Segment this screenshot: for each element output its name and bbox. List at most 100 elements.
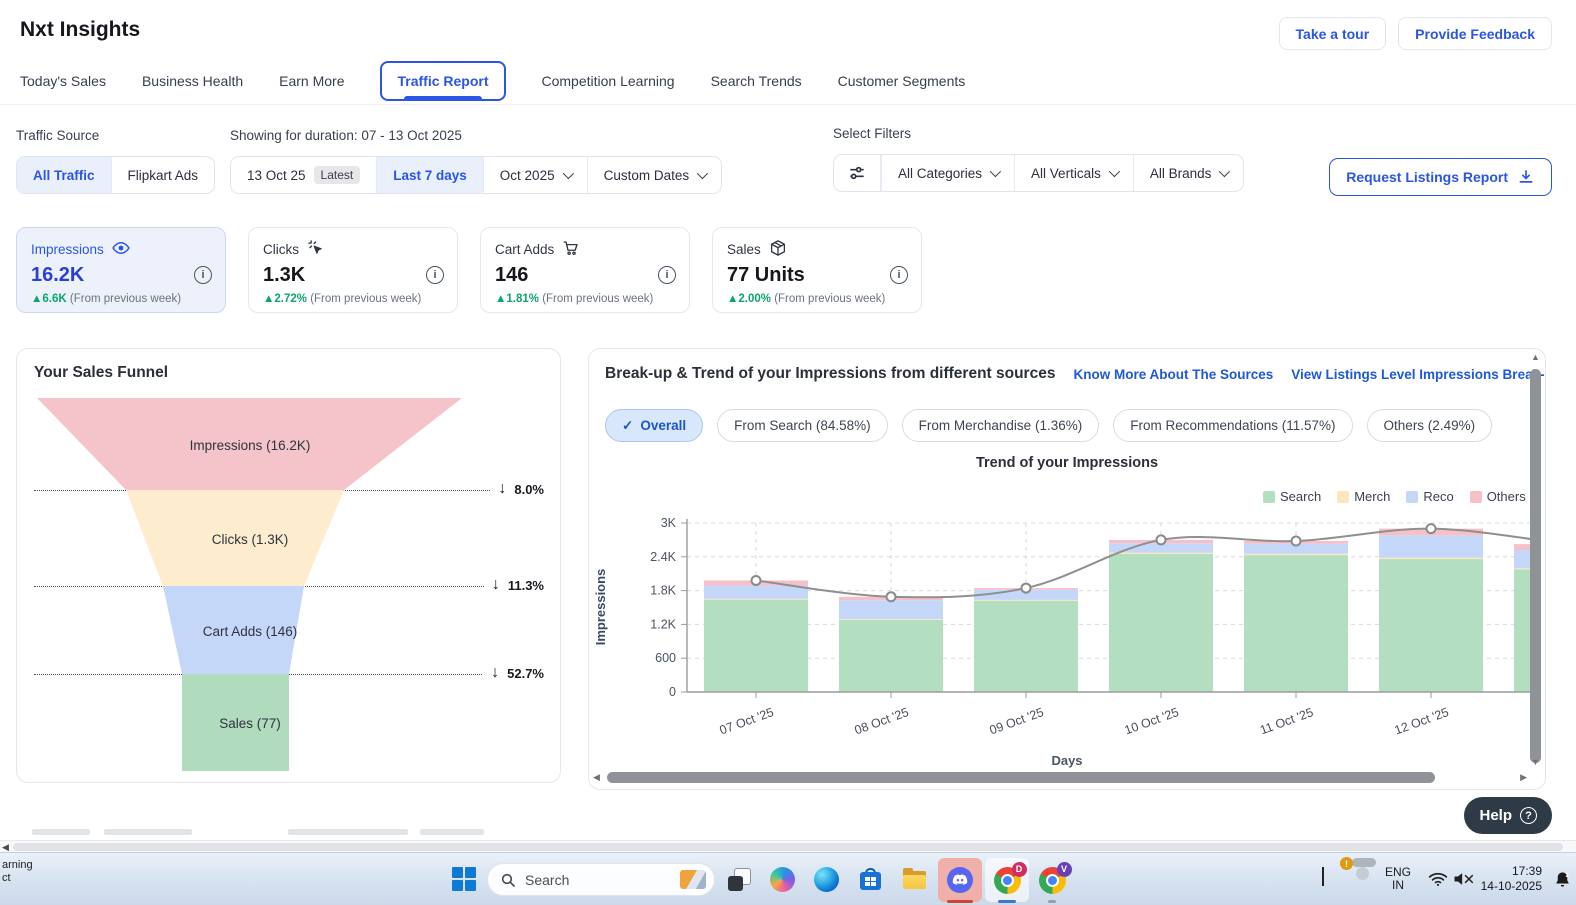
language-indicator[interactable]: ENGIN — [1385, 866, 1411, 892]
metric-delta: ▲2.72% (From previous week) — [263, 293, 443, 305]
legend-item-search[interactable]: Search — [1263, 489, 1321, 504]
bar-segment-merch — [1244, 554, 1348, 555]
filter-dropdown-all-categories[interactable]: All Categories — [881, 155, 1014, 191]
chart-legend: Search Merch Reco Others — [1263, 489, 1526, 504]
vertical-scroll-thumb[interactable] — [1530, 369, 1541, 763]
filter-dropdown-all-brands[interactable]: All Brands — [1133, 155, 1244, 191]
traffic-source-option-all-traffic[interactable]: All Traffic — [17, 157, 111, 193]
info-icon[interactable]: i — [890, 266, 908, 284]
sales-funnel-chart: Impressions (16.2K)Clicks (1.3K)Cart Add… — [17, 398, 562, 776]
metric-card-sales[interactable]: Sales77 Units▲2.00% (From previous week)… — [712, 227, 922, 313]
metric-label-text: Cart Adds — [495, 242, 554, 257]
sales-funnel-panel: Your Sales Funnel Impressions (16.2K)Cli… — [16, 348, 561, 783]
metric-label: Cart Adds — [495, 239, 675, 260]
metric-delta-value: ▲6.6K — [31, 293, 67, 305]
nav-tab-search-trends[interactable]: Search Trends — [711, 73, 802, 89]
clipped-section-text — [104, 829, 192, 835]
horizontal-scroll-thumb[interactable] — [607, 772, 1435, 783]
duration-option-oct-2025[interactable]: Oct 2025 — [483, 157, 587, 193]
legend-swatch — [1470, 491, 1482, 503]
chrome-profile-v-icon[interactable]: V — [1030, 858, 1074, 902]
bar-segment-reco — [1379, 535, 1483, 557]
filters-dropdown-group: All Categories All Verticals All Brands — [833, 154, 1244, 192]
help-button[interactable]: Help ? — [1464, 797, 1552, 834]
taskbar-search-box[interactable]: Search — [487, 863, 715, 896]
file-explorer-icon[interactable] — [902, 867, 927, 892]
scroll-down-arrow[interactable]: ▼ — [1531, 758, 1540, 767]
legend-label: Merch — [1354, 489, 1390, 504]
scroll-left-arrow[interactable]: ◀ — [593, 773, 600, 782]
taskbar-date: 14-10-2025 — [1481, 879, 1542, 894]
duration-option-custom-dates[interactable]: Custom Dates — [587, 157, 722, 193]
filter-sliders-icon[interactable] — [834, 155, 881, 191]
check-icon: ✓ — [622, 418, 633, 434]
metric-card-cart-adds[interactable]: Cart Adds146▲1.81% (From previous week)i — [480, 227, 690, 313]
scroll-right-arrow[interactable]: ▶ — [1520, 773, 1527, 782]
source-pill-others-2-49[interactable]: Others (2.49%) — [1367, 409, 1493, 442]
nav-tab-earn-more[interactable]: Earn More — [279, 73, 344, 89]
edge-browser-icon[interactable] — [814, 867, 839, 892]
discord-icon[interactable] — [938, 858, 982, 902]
legend-item-reco[interactable]: Reco — [1406, 489, 1453, 504]
legend-item-merch[interactable]: Merch — [1337, 489, 1390, 504]
page-scroll-thumb[interactable] — [13, 843, 1563, 851]
nav-tab-traffic-report[interactable]: Traffic Report — [380, 61, 505, 101]
line-marker — [1022, 584, 1031, 593]
take-a-tour-button[interactable]: Take a tour — [1279, 17, 1387, 50]
header-buttons: Take a tour Provide Feedback — [1279, 17, 1552, 50]
source-pill-from-recommendations-11-57[interactable]: From Recommendations (11.57%) — [1113, 409, 1352, 442]
volume-muted-icon[interactable] — [1452, 871, 1474, 892]
task-view-icon[interactable] — [727, 867, 752, 892]
microsoft-store-icon[interactable] — [858, 867, 883, 892]
metric-card-clicks[interactable]: Clicks1.3K▲2.72% (From previous week)i — [248, 227, 458, 313]
legend-label: Others — [1487, 489, 1526, 504]
nav-tab-customer-segments[interactable]: Customer Segments — [838, 73, 966, 89]
chart-vertical-scrollbar[interactable]: ▲ ▼ — [1529, 353, 1542, 767]
source-pill-overall[interactable]: ✓Overall — [605, 409, 703, 442]
duration-section: Showing for duration: 07 - 13 Oct 2025 1… — [230, 128, 722, 194]
nav-tab-competition-learning[interactable]: Competition Learning — [542, 73, 675, 89]
windows-start-button[interactable] — [452, 867, 476, 891]
notifications-bell-icon[interactable]: z — [1553, 870, 1572, 894]
cursor-click-icon — [307, 239, 325, 260]
know-more-link[interactable]: Know More About The Sources — [1073, 367, 1273, 382]
bar-segment-reco — [704, 586, 808, 599]
page-scroll-left-arrow[interactable]: ◀ — [2, 843, 9, 852]
info-icon[interactable]: i — [194, 266, 212, 284]
duration-option-last-7-days[interactable]: Last 7 days — [376, 157, 483, 193]
line-marker — [752, 576, 761, 585]
nav-tab-today-s-sales[interactable]: Today's Sales — [20, 73, 106, 89]
traffic-source-option-flipkart-ads[interactable]: Flipkart Ads — [111, 157, 215, 193]
filter-dropdown-label: All Verticals — [1031, 166, 1101, 181]
filter-dropdown-all-verticals[interactable]: All Verticals — [1014, 155, 1133, 191]
legend-item-others[interactable]: Others — [1470, 489, 1526, 504]
page-horizontal-scrollbar[interactable]: ◀ — [0, 840, 1576, 852]
copilot-icon[interactable] — [770, 867, 795, 892]
legend-swatch — [1263, 491, 1275, 503]
nav-tab-business-health[interactable]: Business Health — [142, 73, 243, 89]
impressions-breakup-panel: Break-up & Trend of your Impressions fro… — [588, 348, 1546, 790]
filter-dropdown-label: All Categories — [898, 166, 982, 181]
chrome-profile-d-icon[interactable]: D — [985, 858, 1029, 902]
wifi-icon[interactable] — [1428, 871, 1448, 892]
metric-cards-row: Impressions16.2K▲6.6K (From previous wee… — [16, 227, 922, 313]
chart-horizontal-scrollbar[interactable]: ◀ ▶ — [593, 770, 1527, 784]
bar-segment-merch — [839, 619, 943, 620]
source-pill-from-merchandise-1-36[interactable]: From Merchandise (1.36%) — [902, 409, 1100, 442]
traffic-source-section: Traffic Source All TrafficFlipkart Ads — [16, 128, 215, 194]
duration-option-13-oct-25[interactable]: 13 Oct 25Latest — [231, 157, 376, 193]
info-icon[interactable]: i — [658, 266, 676, 284]
chevron-down-icon — [990, 166, 1001, 177]
bar-segment-search — [704, 600, 808, 692]
provide-feedback-button[interactable]: Provide Feedback — [1398, 17, 1552, 50]
info-icon[interactable]: i — [426, 266, 444, 284]
metric-card-impressions[interactable]: Impressions16.2K▲6.6K (From previous wee… — [16, 227, 226, 313]
clipped-section-text — [288, 829, 408, 835]
tray-show-hidden-icons[interactable] — [1322, 869, 1324, 887]
view-listings-link[interactable]: View Listings Level Impressions Break-up — [1291, 367, 1546, 382]
scroll-up-arrow[interactable]: ▲ — [1531, 353, 1540, 362]
metric-delta-value: ▲1.81% — [495, 293, 539, 305]
request-listings-report-button[interactable]: Request Listings Report — [1329, 158, 1552, 196]
taskbar-clock[interactable]: 17:39 14-10-2025 — [1481, 864, 1542, 894]
source-pill-from-search-84-58[interactable]: From Search (84.58%) — [717, 409, 888, 442]
